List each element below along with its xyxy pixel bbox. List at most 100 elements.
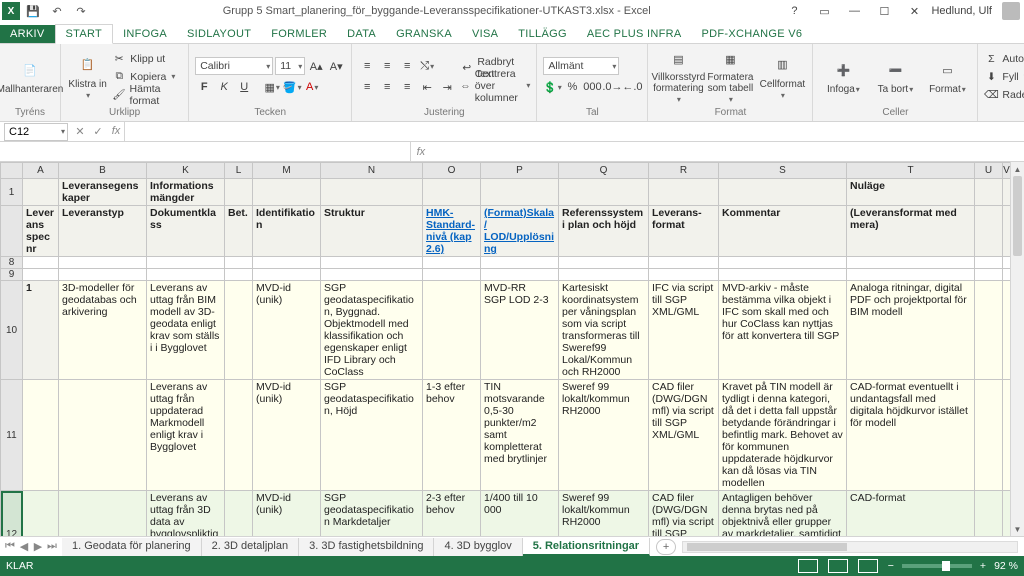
column-header[interactable] bbox=[1, 163, 23, 179]
view-page-layout-icon[interactable] bbox=[828, 559, 848, 573]
autosum-button[interactable]: ΣAutosumma▾ bbox=[984, 51, 1024, 67]
cell[interactable] bbox=[423, 257, 481, 269]
cell[interactable]: IFC via script till SGP XML/GML bbox=[649, 281, 719, 380]
sheet-tab[interactable]: 1. Geodata för planering bbox=[62, 538, 202, 556]
bold-button[interactable]: F bbox=[195, 78, 213, 96]
cell[interactable] bbox=[481, 257, 559, 269]
zoom-in-icon[interactable]: + bbox=[980, 560, 986, 572]
sheet-tab[interactable]: 2. 3D detaljplan bbox=[202, 538, 299, 556]
cell[interactable] bbox=[1003, 281, 1011, 380]
cell[interactable] bbox=[1003, 269, 1011, 281]
cell-styles-button[interactable]: ▥Cellformat▾ bbox=[758, 49, 806, 105]
decrease-indent-icon[interactable]: ⇤ bbox=[418, 78, 436, 96]
cell[interactable] bbox=[59, 257, 147, 269]
view-normal-icon[interactable] bbox=[798, 559, 818, 573]
row-header[interactable]: 12 bbox=[1, 491, 23, 537]
header-cell[interactable] bbox=[423, 179, 481, 206]
font-color-button[interactable]: A▾ bbox=[303, 78, 321, 96]
cell[interactable] bbox=[59, 491, 147, 537]
header-cell[interactable] bbox=[559, 179, 649, 206]
tab-data[interactable]: DATA bbox=[337, 25, 386, 43]
zoom-level[interactable]: 92 % bbox=[994, 560, 1018, 572]
column-header[interactable]: M bbox=[253, 163, 321, 179]
tab-sidlayout[interactable]: SIDLAYOUT bbox=[177, 25, 261, 43]
cell[interactable]: SGP geodataspecifikation Markdetaljer bbox=[321, 491, 423, 537]
header-cell[interactable]: Leveranstyp bbox=[59, 206, 147, 257]
cell[interactable] bbox=[847, 269, 975, 281]
column-header[interactable]: Q bbox=[559, 163, 649, 179]
hscroll-thumb[interactable] bbox=[687, 543, 847, 551]
cell[interactable]: 1 bbox=[23, 281, 59, 380]
cell[interactable]: Sweref 99 lokalt/kommun RH2000 bbox=[559, 380, 649, 491]
new-sheet-button[interactable]: + bbox=[656, 539, 676, 555]
cell[interactable]: Kartesiskt koordinatsystem per våningspl… bbox=[559, 281, 649, 380]
header-cell[interactable]: Leveransegenskaper bbox=[59, 179, 147, 206]
align-left-icon[interactable]: ≡ bbox=[358, 78, 376, 96]
view-page-break-icon[interactable] bbox=[858, 559, 878, 573]
align-middle-icon[interactable]: ≡ bbox=[378, 57, 396, 75]
cell[interactable] bbox=[423, 281, 481, 380]
cell[interactable] bbox=[321, 257, 423, 269]
header-cell[interactable] bbox=[321, 179, 423, 206]
account-name[interactable]: Hedlund, Ulf bbox=[931, 5, 992, 17]
cell[interactable]: Leverans av uttag från BIM modell av 3D-… bbox=[147, 281, 225, 380]
header-cell[interactable]: Referenssystem i plan och höjd bbox=[559, 206, 649, 257]
qat-undo-icon[interactable]: ↶ bbox=[46, 2, 68, 20]
column-header[interactable]: U bbox=[975, 163, 1003, 179]
ribbon-help-icon[interactable]: ? bbox=[781, 2, 807, 20]
merge-center-button[interactable]: ⇔Centrera över kolumner▾ bbox=[460, 78, 530, 94]
sheet-nav-first-icon[interactable]: ⏮ bbox=[4, 540, 16, 553]
cell[interactable] bbox=[225, 269, 253, 281]
account-avatar-icon[interactable] bbox=[1002, 2, 1020, 20]
sheet-tab[interactable]: 4. 3D bygglov bbox=[434, 538, 522, 556]
cell[interactable]: Kravet på TIN modell är tydligt i denna … bbox=[719, 380, 847, 491]
window-close-icon[interactable]: ✕ bbox=[901, 2, 927, 20]
dec-decimal-icon[interactable]: ←.0 bbox=[623, 78, 641, 96]
cell[interactable] bbox=[975, 281, 1003, 380]
insert-cells-button[interactable]: ➕Infoga▾ bbox=[819, 49, 867, 105]
increase-font-icon[interactable]: A▴ bbox=[307, 57, 325, 75]
vertical-scrollbar[interactable]: ▲ ▼ bbox=[1010, 162, 1024, 536]
thousands-icon[interactable]: 000 bbox=[583, 78, 601, 96]
header-cell[interactable] bbox=[481, 179, 559, 206]
tab-infoga[interactable]: INFOGA bbox=[113, 25, 177, 43]
number-format-select[interactable]: Allmänt bbox=[543, 57, 619, 75]
header-cell[interactable] bbox=[1003, 179, 1011, 206]
header-cell[interactable] bbox=[225, 179, 253, 206]
header-cell[interactable]: Dokumentklass bbox=[147, 206, 225, 257]
clear-button[interactable]: ⌫Radera▾ bbox=[984, 87, 1024, 103]
cell[interactable]: CAD filer (DWG/DGN mfl) via script till … bbox=[649, 380, 719, 491]
header-cell[interactable]: Kommentar bbox=[719, 206, 847, 257]
tab-visa[interactable]: VISA bbox=[462, 25, 508, 43]
column-header[interactable]: B bbox=[59, 163, 147, 179]
header-cell[interactable]: Leverans spec nr bbox=[23, 206, 59, 257]
accept-formula-icon[interactable]: ✓ bbox=[90, 125, 106, 138]
cell[interactable]: TIN motsvarande 0,5-30 punkter/m2 samt k… bbox=[481, 380, 559, 491]
row-header[interactable]: 9 bbox=[1, 269, 23, 281]
header-cell[interactable] bbox=[1003, 206, 1011, 257]
header-cell[interactable] bbox=[649, 179, 719, 206]
cell[interactable] bbox=[23, 491, 59, 537]
cell[interactable] bbox=[321, 269, 423, 281]
cell[interactable] bbox=[147, 257, 225, 269]
column-header[interactable]: S bbox=[719, 163, 847, 179]
column-header[interactable]: P bbox=[481, 163, 559, 179]
currency-icon[interactable]: 💲▾ bbox=[543, 78, 561, 96]
header-cell[interactable]: Identifikation bbox=[253, 206, 321, 257]
header-cell[interactable]: Informationsmängder bbox=[147, 179, 225, 206]
inc-decimal-icon[interactable]: .0→ bbox=[603, 78, 621, 96]
cell[interactable]: Analoga ritningar, digital PDF och proje… bbox=[847, 281, 975, 380]
row-header[interactable] bbox=[1, 206, 23, 257]
cell[interactable] bbox=[1003, 491, 1011, 537]
scroll-up-icon[interactable]: ▲ bbox=[1011, 162, 1024, 176]
cell[interactable]: CAD-format eventuellt i undantagsfall me… bbox=[847, 380, 975, 491]
format-painter-button[interactable]: 🖌Hämta format bbox=[112, 87, 182, 103]
cell[interactable] bbox=[225, 491, 253, 537]
delete-cells-button[interactable]: ➖Ta bort▾ bbox=[871, 49, 919, 105]
zoom-slider[interactable] bbox=[902, 564, 972, 568]
decrease-font-icon[interactable]: A▾ bbox=[327, 57, 345, 75]
cell[interactable]: Antagligen behöver denna brytas ned på o… bbox=[719, 491, 847, 537]
cell[interactable]: SGP geodataspecifikation, Byggnad. Objek… bbox=[321, 281, 423, 380]
cell[interactable]: 1/400 till 10 000 bbox=[481, 491, 559, 537]
scroll-thumb[interactable] bbox=[1013, 176, 1022, 256]
